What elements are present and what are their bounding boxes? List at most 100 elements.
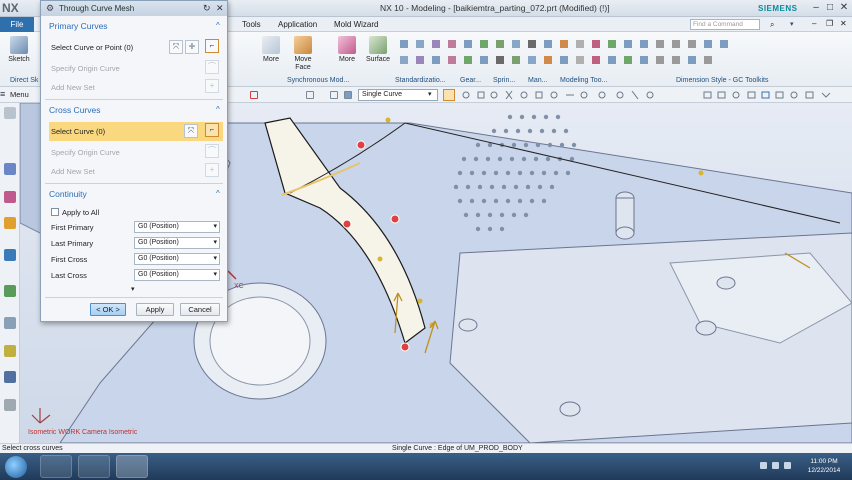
tab-application[interactable]: Application (278, 20, 317, 29)
move-face-button[interactable]: Move Face (288, 36, 318, 72)
first-cross-select[interactable]: G0 (Position) (134, 253, 220, 265)
add-set-icon: + (205, 79, 219, 93)
tray-volume-icon[interactable] (784, 462, 791, 469)
ok-button[interactable]: < OK > (90, 303, 126, 316)
small-tool-icons[interactable] (400, 40, 730, 70)
ribbon-restore-icon[interactable]: ❐ (826, 19, 833, 28)
sketch-icon (10, 36, 28, 54)
more-button-2[interactable]: More (332, 36, 362, 63)
reset-icon[interactable]: ↻ (203, 3, 211, 14)
select-curve-cross[interactable]: Select Curve (0) (51, 127, 105, 136)
tab-tools[interactable]: Tools (242, 20, 261, 29)
group-modeling-tools[interactable]: Modeling Too... (560, 77, 607, 84)
apply-to-all-checkbox[interactable] (51, 208, 59, 216)
file-tab[interactable]: File (0, 17, 34, 32)
taskbar-browser-icon[interactable] (40, 455, 72, 478)
history-icon[interactable] (4, 317, 16, 329)
gear-icon[interactable]: ⚙ (46, 3, 54, 14)
point-dialog-icon[interactable]: ✛ (185, 40, 199, 54)
snap-icon-2[interactable] (306, 91, 314, 99)
chevron-up-icon[interactable]: ^ (216, 105, 220, 114)
group-man[interactable]: Man... (528, 77, 547, 84)
snap-icon-3[interactable] (330, 91, 338, 99)
group-standardization[interactable]: Standardizatio... (395, 77, 446, 84)
close-button[interactable]: ✕ (838, 2, 850, 14)
small-tool-grid (400, 40, 730, 70)
dialog-title-bar[interactable]: ⚙ Through Curve Mesh ↻ ✕ (41, 1, 227, 16)
apply-button[interactable]: Apply (136, 303, 174, 316)
close-icon[interactable]: ✕ (216, 3, 224, 14)
group-spring[interactable]: Sprin... (493, 77, 515, 84)
more-label-2: More (339, 56, 355, 63)
sketch-button[interactable]: Sketch (4, 36, 34, 63)
first-primary-label: First Primary (51, 223, 94, 232)
first-primary-select[interactable]: G0 (Position) (134, 221, 220, 233)
siemens-logo: SIEMENS (758, 4, 798, 13)
chevron-up-icon[interactable]: ^ (216, 21, 220, 30)
ribbon-min-icon[interactable]: – (812, 19, 816, 28)
section-primary-curves[interactable]: Primary Curves (49, 21, 108, 31)
add-new-set-primary: Add New Set (51, 83, 95, 92)
process-studio-icon[interactable] (4, 345, 16, 357)
help-icon[interactable]: ▾ (790, 20, 794, 28)
roles-icon[interactable] (4, 371, 16, 383)
divider (45, 183, 223, 184)
through-curve-mesh-dialog: ⚙ Through Curve Mesh ↻ ✕ Primary Curves … (40, 0, 228, 322)
tray-flag-icon[interactable] (772, 462, 779, 469)
section-continuity[interactable]: Continuity (49, 189, 87, 199)
group-dimension-style[interactable]: Dimension Style - GC Toolkits (676, 77, 768, 84)
maximize-button[interactable]: □ (824, 2, 836, 14)
cancel-button[interactable]: Cancel (180, 303, 220, 316)
minimize-button[interactable]: – (810, 2, 822, 14)
status-prompt: Select cross curves (2, 445, 63, 452)
clock[interactable]: 11:00 PM 12/22/2014 (800, 457, 848, 475)
search-icon[interactable]: ⌕ (770, 20, 774, 30)
group-direct-sketch: Direct Sk (10, 77, 39, 84)
snap-icon-1[interactable] (250, 91, 258, 99)
reuse-library-icon[interactable] (4, 249, 16, 261)
last-primary-select[interactable]: G0 (Position) (134, 237, 220, 249)
start-button[interactable] (5, 456, 27, 478)
select-curve-icon[interactable]: ⌐ (205, 39, 219, 53)
clock-time: 11:00 PM (810, 458, 838, 465)
more-icon (262, 36, 280, 54)
gear-icon[interactable] (4, 107, 16, 119)
section-cross-curves[interactable]: Cross Curves (49, 105, 100, 115)
menu-button[interactable]: Menu (10, 90, 29, 99)
chevron-up-icon[interactable]: ^ (216, 189, 220, 198)
expand-more-icon[interactable]: ▾ (131, 285, 135, 293)
snap-icon-4[interactable] (344, 91, 352, 99)
specify-origin-curve-cross: Specify Origin Curve (51, 148, 120, 157)
tab-mold-wizard[interactable]: Mold Wizard (334, 20, 378, 29)
ribbon-close-icon[interactable]: ✕ (840, 19, 847, 28)
chevron-down-icon: ▾ (428, 91, 432, 98)
group-synchronous[interactable]: Synchronous Mod... (287, 77, 349, 84)
part-navigator-icon[interactable] (4, 217, 16, 229)
curve-rule-icon[interactable]: ⤧ (184, 124, 198, 138)
more-icon-2 (338, 36, 356, 54)
taskbar-nx-icon[interactable] (116, 455, 148, 478)
add-set-icon: + (205, 163, 219, 177)
divider (45, 99, 223, 100)
assembly-navigator-icon[interactable] (4, 163, 16, 175)
group-gear[interactable]: Gear... (460, 77, 481, 84)
web-browser-icon[interactable] (4, 285, 16, 297)
last-cross-select[interactable]: G0 (Position) (134, 269, 220, 281)
taskbar-app-icon[interactable] (78, 455, 110, 478)
curve-rule-dropdown[interactable]: Single Curve (358, 89, 438, 101)
resource-bar (0, 103, 20, 443)
find-command-input[interactable]: Find a Command (690, 19, 760, 30)
system-scenes-icon[interactable] (4, 399, 16, 411)
snap-toolbar-icons[interactable] (460, 90, 850, 100)
last-primary-label: Last Primary (51, 239, 94, 248)
more-label-1: More (263, 56, 279, 63)
select-curve-or-point[interactable]: Select Curve or Point (0) (51, 43, 133, 52)
taskbar: 11:00 PM 12/22/2014 (0, 453, 852, 480)
surface-button[interactable]: Surface (363, 36, 393, 63)
more-button-1[interactable]: More (256, 36, 286, 63)
curve-rule-icon[interactable]: ⤧ (169, 40, 183, 54)
select-curve-icon[interactable]: ⌐ (205, 123, 219, 137)
stop-at-intersection-icon[interactable] (443, 89, 455, 101)
constraint-navigator-icon[interactable] (4, 191, 16, 203)
tray-network-icon[interactable] (760, 462, 767, 469)
